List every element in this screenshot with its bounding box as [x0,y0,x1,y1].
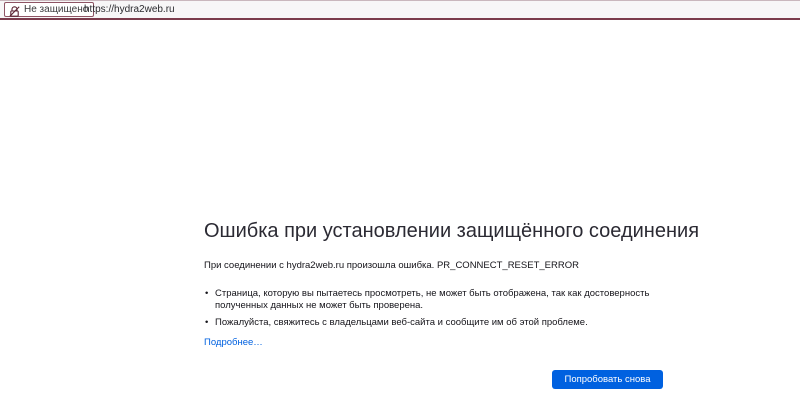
security-label: Не защищено [24,3,89,15]
broken-lock-icon [9,4,20,17]
browser-window: Не защищено https://hydra2web.ru Ошибка … [0,0,800,398]
list-item-text: Пожалуйста, свяжитесь с владельцами веб-… [215,317,588,328]
try-again-button[interactable]: Попробовать снова [552,370,663,389]
security-indicator-button[interactable]: Не защищено [4,2,95,17]
bullet-icon: • [205,317,209,328]
list-item: • Страница, которую вы пытаетесь просмот… [204,288,664,312]
url-input[interactable]: https://hydra2web.ru [84,3,175,16]
list-item-text: Страница, которую вы пытаетесь просмотре… [215,288,650,311]
error-description: При соединении с hydra2web.ru произошла … [204,260,579,271]
learn-more-link[interactable]: Подробнее… [204,337,263,349]
bullet-icon: • [205,288,209,299]
address-bar: Не защищено https://hydra2web.ru [0,0,800,20]
error-details-list: • Страница, которую вы пытаетесь просмот… [204,288,664,334]
list-item: • Пожалуйста, свяжитесь с владельцами ве… [204,317,664,329]
error-title: Ошибка при установлении защищённого соед… [204,220,700,242]
